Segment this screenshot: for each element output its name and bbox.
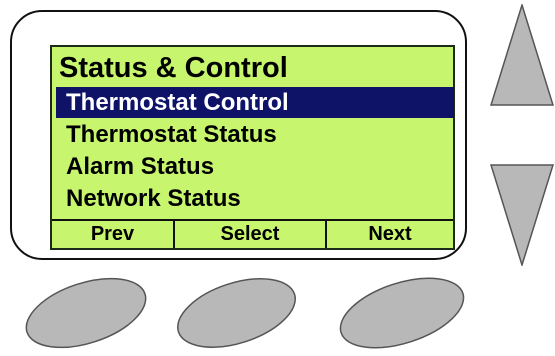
softkey-bar: Prev Select Next	[52, 219, 453, 248]
oval-button-icon	[25, 277, 147, 349]
device-frame: Status & Control Thermostat Control Ther…	[10, 10, 467, 260]
softkey-next[interactable]: Next	[327, 221, 453, 248]
softkey-select[interactable]: Select	[175, 221, 327, 248]
up-triangle-icon	[489, 2, 555, 106]
lcd-screen: Status & Control Thermostat Control Ther…	[50, 45, 455, 250]
down-triangle-icon	[489, 164, 555, 268]
oval-button-icon	[176, 278, 297, 348]
menu-list: Thermostat Control Thermostat Status Ala…	[52, 87, 454, 219]
right-softkey-button[interactable]	[336, 275, 468, 351]
screen-title: Status & Control	[59, 52, 288, 84]
oval-button-icon	[339, 277, 465, 349]
menu-item-alarm-status[interactable]: Alarm Status	[56, 151, 454, 182]
menu-item-network-status[interactable]: Network Status	[56, 183, 454, 214]
down-button[interactable]	[489, 164, 555, 268]
menu-item-thermostat-control[interactable]: Thermostat Control	[56, 87, 454, 118]
center-softkey-button[interactable]	[173, 275, 300, 351]
softkey-prev[interactable]: Prev	[52, 221, 175, 248]
menu-item-thermostat-status[interactable]: Thermostat Status	[56, 119, 454, 150]
left-softkey-button[interactable]	[22, 275, 150, 351]
up-button[interactable]	[489, 2, 555, 106]
